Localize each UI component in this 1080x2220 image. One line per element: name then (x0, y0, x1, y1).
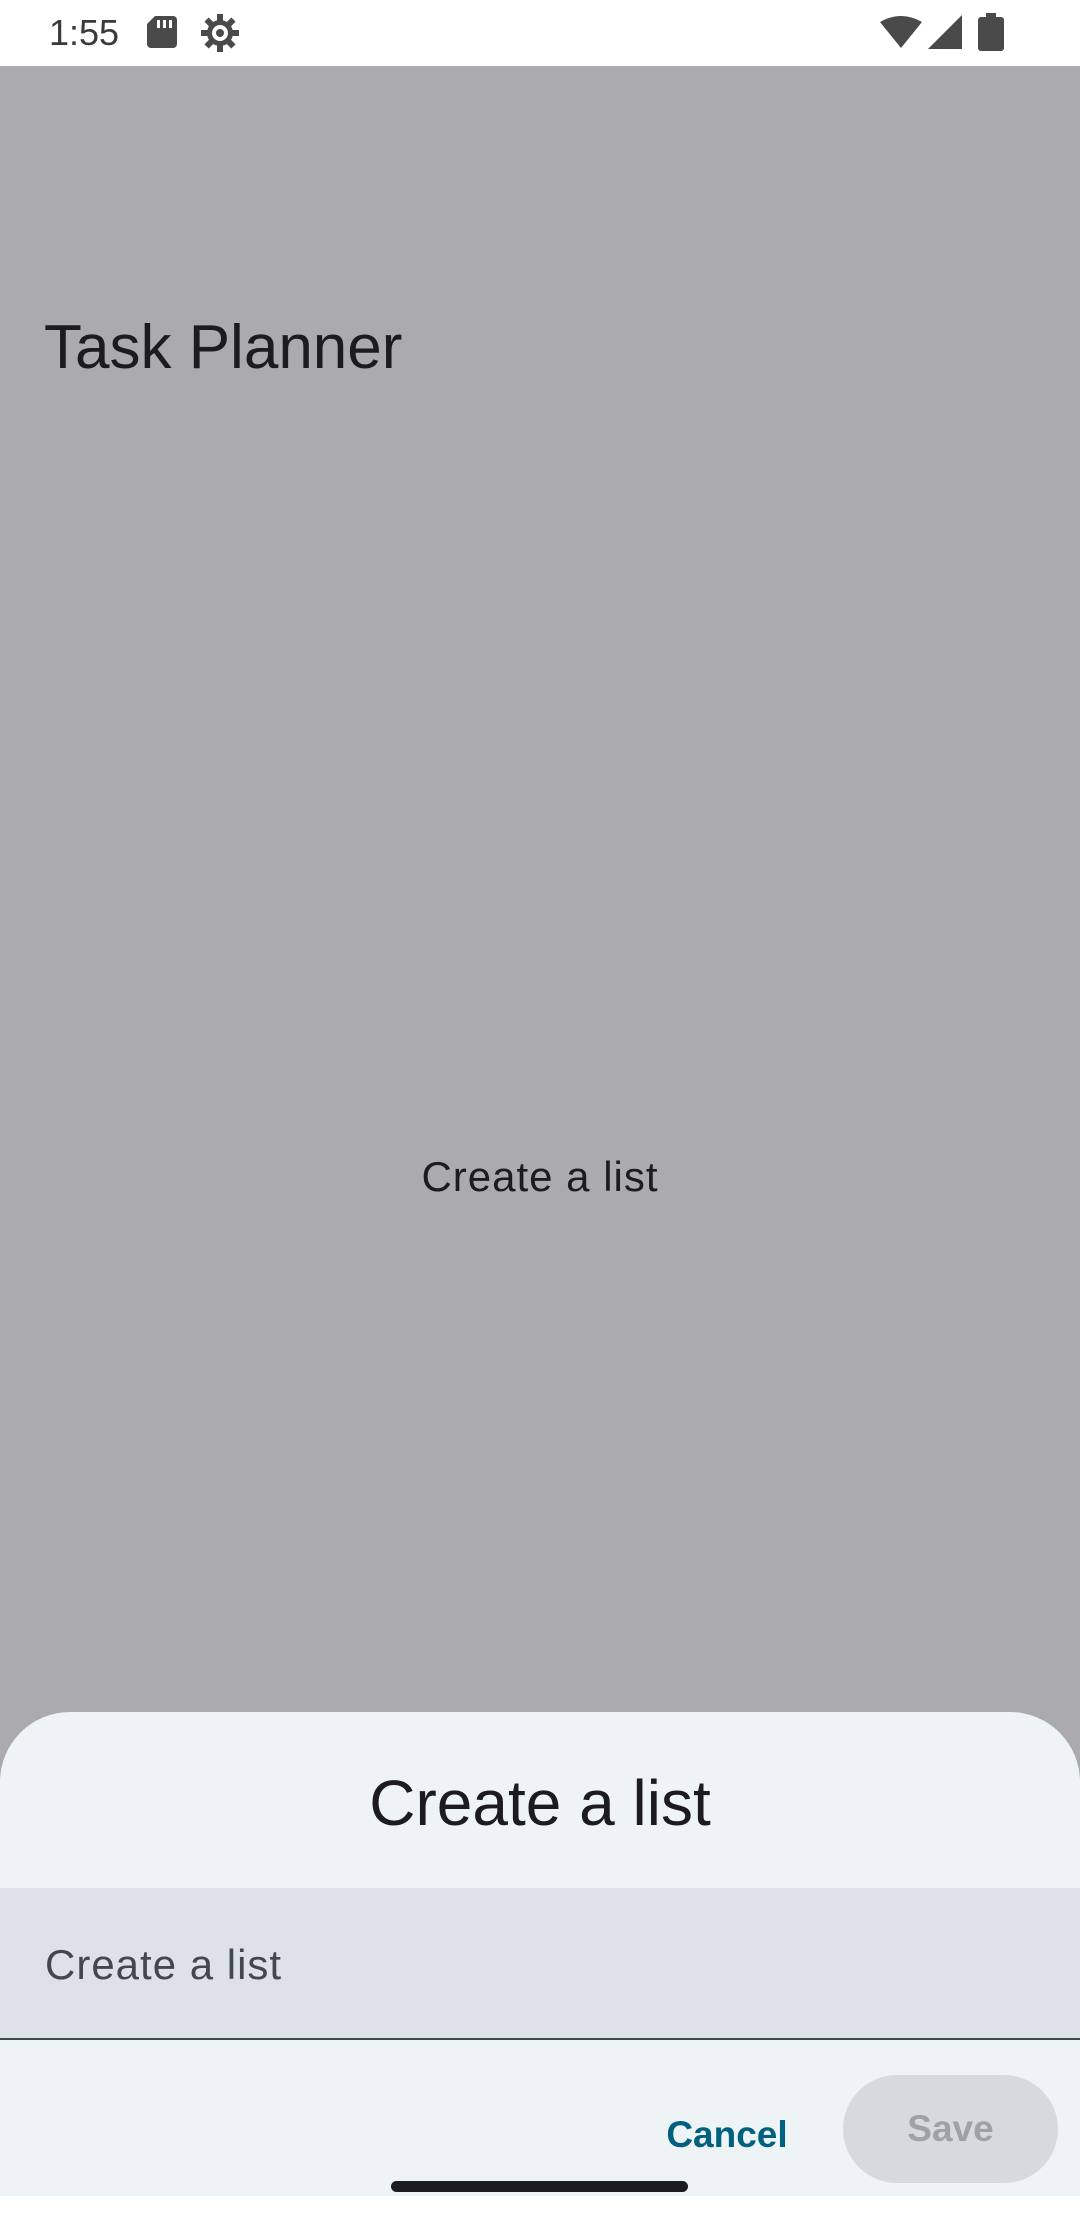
dialog-title: Create a list (369, 1767, 711, 1839)
sd-card-icon (147, 16, 177, 48)
cancel-button[interactable]: Cancel (640, 2080, 814, 2190)
signal-icon (928, 15, 962, 49)
save-button[interactable]: Save (843, 2075, 1058, 2183)
create-list-bottom-sheet: Create a list Create a list Cancel Save (0, 1712, 1080, 2196)
status-bar: 1:55 (0, 0, 1080, 66)
list-name-input[interactable]: Create a list (0, 1888, 1080, 2040)
bottom-inset (0, 2196, 1080, 2220)
gesture-navigation-handle[interactable] (391, 2181, 688, 2192)
settings-icon (201, 14, 239, 52)
app-title: Task Planner (44, 313, 403, 382)
list-name-placeholder: Create a list (45, 1941, 283, 1988)
status-time: 1:55 (49, 12, 120, 53)
battery-icon (978, 13, 1004, 51)
empty-state-message: Create a list (421, 1153, 659, 1200)
wifi-icon (880, 16, 922, 48)
